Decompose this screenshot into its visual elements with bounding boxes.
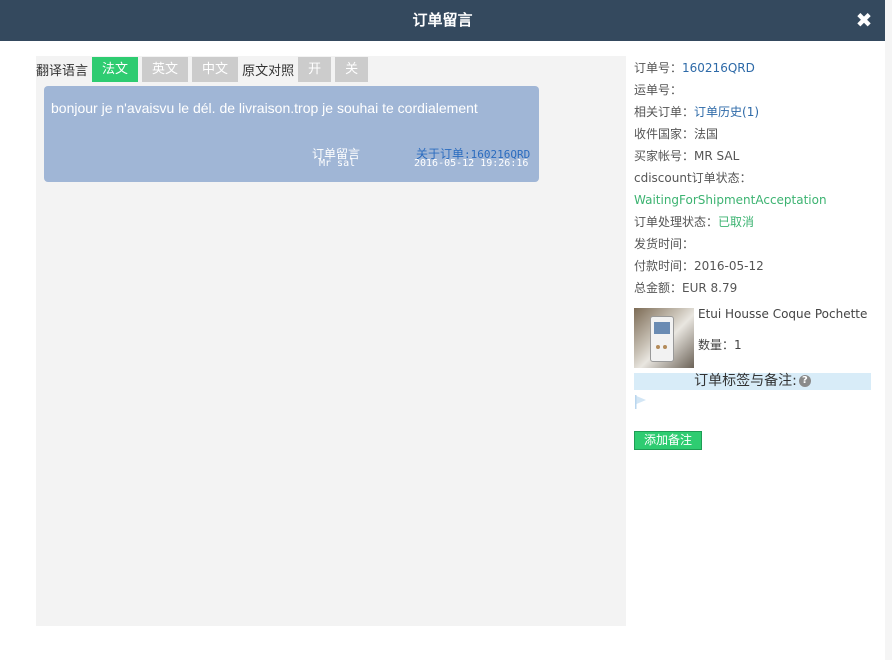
product-qty: 数量：1 xyxy=(698,336,742,353)
translate-language-label: 翻译语言 xyxy=(36,63,89,79)
clasp-dot xyxy=(656,345,660,349)
order-info-panel: 订单号：160216QRD 运单号： 相关订单：订单历史(1) 收件国家：法国 … xyxy=(634,57,874,299)
compare-off-button[interactable]: 关 xyxy=(335,56,369,82)
qty-label: 数量： xyxy=(698,338,735,352)
add-note-button[interactable]: 添加备注 xyxy=(634,431,702,450)
tracking-row: 运单号： xyxy=(634,79,874,101)
order-message-dialog: 订单留言 ✖ 翻译语言 法文 英文 中文 原文对照 开 关 bonjour je… xyxy=(0,0,885,660)
buyer-row: 买家帐号：MR SAL xyxy=(634,145,874,167)
order-no-row: 订单号：160216QRD xyxy=(634,57,874,79)
backdrop-edge xyxy=(885,0,892,660)
phone-case-image xyxy=(650,316,674,362)
buyer-label: 买家帐号： xyxy=(634,149,695,163)
country-row: 收件国家：法国 xyxy=(634,123,874,145)
compare-original-label: 原文对照 xyxy=(242,63,295,79)
total-label: 总金额： xyxy=(634,281,683,295)
order-no-link[interactable]: 160216QRD xyxy=(682,61,755,75)
pay-time-row: 付款时间：2016-05-12 xyxy=(634,255,874,277)
order-history-link[interactable]: 订单历史(1) xyxy=(694,105,759,119)
dialog-titlebar: 订单留言 ✖ xyxy=(0,0,885,41)
related-label: 相关订单： xyxy=(634,105,695,119)
notes-heading-text: 订单标签与备注: xyxy=(694,373,797,389)
lang-english-button[interactable]: 英文 xyxy=(142,56,189,82)
platform-status-label: cdiscount订单状态： xyxy=(634,171,752,185)
product-name: Etui Housse Coque Pochette xyxy=(698,307,868,321)
order-no-label: 订单号： xyxy=(634,61,683,75)
message-sender: Mr sal xyxy=(319,158,356,169)
message-text: bonjour je n'avaisvu le dél. de livraiso… xyxy=(51,100,478,116)
help-icon[interactable]: ? xyxy=(798,375,811,387)
translate-toolbar: 翻译语言 法文 英文 中文 原文对照 开 关 xyxy=(36,56,372,82)
country-label: 收件国家： xyxy=(634,127,695,141)
ship-time-row: 发货时间： xyxy=(634,233,874,255)
process-status-row: 订单处理状态：已取消 xyxy=(634,211,874,233)
flag-icon[interactable] xyxy=(634,394,648,410)
buyer-value: MR SAL xyxy=(694,149,740,163)
process-status-value: 已取消 xyxy=(718,215,755,229)
notes-heading: 订单标签与备注:? xyxy=(634,373,871,390)
clasp-dot xyxy=(663,345,667,349)
message-bubble: bonjour je n'avaisvu le dél. de livraiso… xyxy=(44,86,539,182)
message-timestamp: 2016-05-12 19:26:16 xyxy=(414,158,529,169)
product-thumbnail[interactable] xyxy=(634,308,694,368)
pay-time-label: 付款时间： xyxy=(634,259,695,273)
country-value: 法国 xyxy=(694,127,719,141)
dialog-title: 订单留言 xyxy=(412,11,473,29)
ship-time-label: 发货时间： xyxy=(634,237,695,251)
product-item: Etui Housse Coque Pochette 数量：1 xyxy=(634,308,874,368)
lang-french-button[interactable]: 法文 xyxy=(92,56,139,82)
process-status-label: 订单处理状态： xyxy=(634,215,719,229)
phone-screen xyxy=(654,322,670,334)
close-icon[interactable]: ✖ xyxy=(851,7,877,33)
platform-status-value: WaitingForShipmentAcceptation xyxy=(634,193,827,207)
compare-on-button[interactable]: 开 xyxy=(298,56,332,82)
tracking-label: 运单号： xyxy=(634,83,683,97)
pay-time-value: 2016-05-12 xyxy=(694,259,764,273)
lang-chinese-button[interactable]: 中文 xyxy=(192,56,239,82)
qty-value: 1 xyxy=(734,338,742,352)
total-value: EUR 8.79 xyxy=(682,281,738,295)
total-row: 总金额：EUR 8.79 xyxy=(634,277,874,299)
related-row: 相关订单：订单历史(1) xyxy=(634,101,874,123)
